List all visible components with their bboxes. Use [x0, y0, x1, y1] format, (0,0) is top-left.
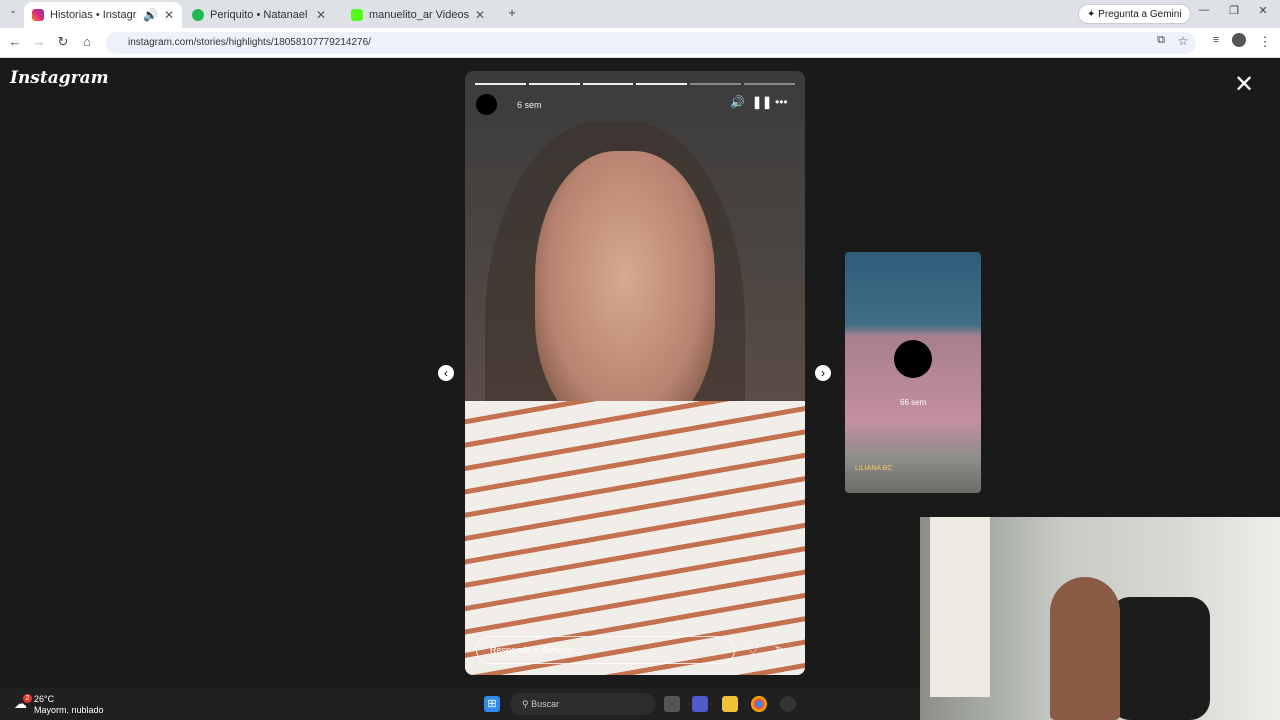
gemini-icon: ✦	[1087, 9, 1099, 20]
progress-segment	[636, 83, 688, 85]
weather-text: Mayorm. nublado	[34, 705, 104, 715]
instagram-favicon-icon	[32, 9, 44, 21]
reload-icon[interactable]: ↻	[54, 34, 72, 50]
webcam-person	[1050, 577, 1120, 720]
window-close-icon[interactable]: ✕	[1254, 4, 1272, 17]
progress-segment	[744, 83, 795, 85]
tab-spotify[interactable]: Periquito • Natanael Cano ✕	[184, 2, 342, 28]
story-viewer[interactable]: 6 sem 🔊 ❚❚ ••• Responde a darwdgo... ♡ ➢	[465, 71, 805, 675]
url-input[interactable]: instagram.com/stories/highlights/1805810…	[106, 32, 1196, 54]
tab-title: manuelito_ar Videos - Watch Cl	[369, 9, 469, 21]
minimize-icon[interactable]: —	[1195, 4, 1213, 16]
teams-icon[interactable]	[692, 696, 708, 712]
install-app-icon[interactable]: ⧉	[1152, 34, 1170, 47]
start-icon[interactable]: ⊞	[484, 696, 500, 712]
taskbar: ☁ 2 26°C Mayorm. nublado ⊞ ⚲ Buscar	[0, 688, 920, 720]
app-icon[interactable]	[780, 696, 796, 712]
gemini-label: Pregunta a Gemini	[1098, 9, 1182, 20]
progress-segment	[528, 83, 580, 85]
instagram-logo[interactable]: Instagram	[10, 68, 109, 88]
gemini-button[interactable]: ✦ Pregunta a Gemini	[1078, 4, 1191, 24]
progress-segment	[582, 83, 634, 85]
volume-icon[interactable]: 🔊	[730, 95, 745, 109]
send-icon[interactable]: ➢	[773, 640, 786, 658]
webcam-chair	[1110, 597, 1210, 720]
chevron-right-icon[interactable]: ›	[815, 365, 831, 381]
url-text: instagram.com/stories/highlights/1805810…	[128, 37, 371, 48]
next-story-preview[interactable]: 66 sem LILIANA BC	[845, 252, 981, 493]
preview-caption: LILIANA BC	[855, 465, 893, 472]
weather-badge: 2	[23, 694, 32, 703]
reply-input[interactable]: Responde a darwdgo...	[476, 636, 735, 664]
story-avatar[interactable]	[476, 94, 497, 115]
tab-instagram[interactable]: Historias • Instagram 🔊 ✕	[24, 2, 182, 28]
forward-icon[interactable]: →	[30, 34, 48, 49]
bookmark-star-icon[interactable]: ☆	[1174, 34, 1192, 48]
tab-title: Historias • Instagram	[50, 9, 137, 21]
story-media-face	[535, 151, 715, 431]
taskbar-search[interactable]: ⚲ Buscar	[510, 693, 655, 715]
progress-segment	[690, 83, 742, 85]
close-icon[interactable]: ✕	[1234, 70, 1254, 99]
tab-search-icon[interactable]: ⌄	[4, 5, 22, 16]
preview-avatar	[894, 340, 932, 378]
media-control-icon[interactable]: ≡	[1207, 34, 1225, 46]
search-icon: ⚲	[522, 699, 532, 709]
tab-close-icon[interactable]: ✕	[475, 8, 485, 22]
chevron-left-icon[interactable]: ‹	[438, 365, 454, 381]
webcam-background	[930, 517, 990, 697]
file-explorer-icon[interactable]	[722, 696, 738, 712]
task-view-icon[interactable]	[664, 696, 680, 712]
progress-segment	[475, 83, 526, 85]
search-placeholder: Buscar	[531, 699, 560, 709]
tab-title: Periquito • Natanael Cano	[210, 9, 310, 21]
story-media-shirt	[465, 401, 805, 675]
pause-icon[interactable]: ❚❚	[752, 95, 772, 109]
progress-bars	[475, 83, 795, 85]
speaker-icon: 🔊	[142, 8, 158, 22]
tab-kick[interactable]: manuelito_ar Videos - Watch Cl ✕	[343, 2, 501, 28]
address-bar: ← → ↻ ⌂ instagram.com/stories/highlights…	[0, 28, 1280, 58]
chrome-icon[interactable]	[751, 696, 767, 712]
story-time: 6 sem	[517, 100, 542, 110]
temperature: 26°C	[34, 694, 55, 704]
back-icon[interactable]: ←	[6, 34, 24, 49]
heart-icon[interactable]: ♡	[746, 640, 759, 658]
home-icon[interactable]: ⌂	[78, 34, 96, 49]
restore-icon[interactable]: ❐	[1225, 4, 1243, 17]
menu-icon[interactable]: ⋮	[1256, 34, 1274, 50]
tab-close-icon[interactable]: ✕	[316, 8, 326, 22]
new-tab-button[interactable]: +	[503, 5, 521, 20]
more-icon[interactable]: •••	[775, 95, 788, 109]
tab-close-icon[interactable]: ✕	[164, 8, 174, 22]
reply-placeholder: Responde a darwdgo...	[490, 645, 584, 655]
weather-widget[interactable]: ☁ 2 26°C Mayorm. nublado	[14, 694, 104, 716]
webcam-overlay	[920, 517, 1280, 720]
profile-avatar[interactable]	[1232, 33, 1246, 47]
spotify-favicon-icon	[192, 9, 204, 21]
kick-favicon-icon	[351, 9, 363, 21]
preview-time: 66 sem	[900, 398, 927, 407]
browser-tab-strip: Historias • Instagram 🔊 ✕ Periquito • Na…	[0, 0, 1280, 28]
